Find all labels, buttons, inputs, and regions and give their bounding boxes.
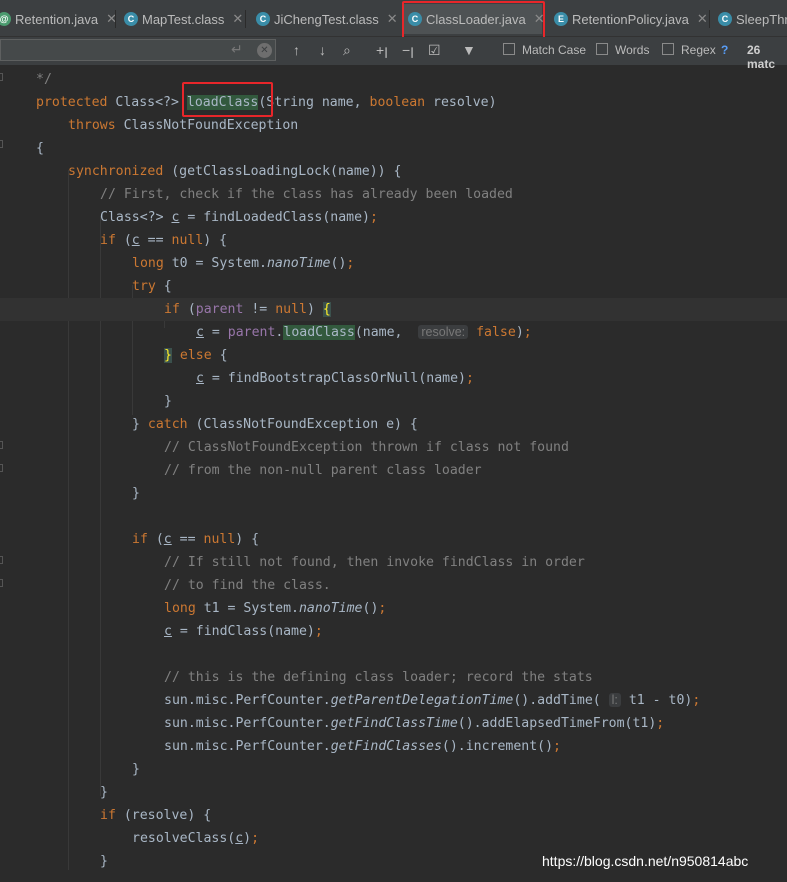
code-line: // to find the class. bbox=[164, 574, 331, 597]
code-line: protected Class<?> loadClass(String name… bbox=[36, 95, 497, 110]
tab-retentionpolicy-java[interactable]: E RetentionPolicy.java ✕ bbox=[554, 4, 710, 34]
fold-marker[interactable] bbox=[0, 464, 3, 472]
fold-marker[interactable] bbox=[0, 140, 3, 148]
code-line: long t1 = System.nanoTime(); bbox=[164, 601, 387, 616]
code-line: throws ClassNotFoundException bbox=[68, 118, 299, 133]
enter-icon[interactable]: ↵ bbox=[231, 41, 243, 58]
match-case-label[interactable]: Match Case bbox=[522, 43, 586, 57]
fold-marker[interactable] bbox=[0, 579, 3, 587]
code-line-current: if (parent != null) { bbox=[0, 298, 787, 321]
words-label[interactable]: Words bbox=[615, 43, 649, 57]
code-text: // First, check if the class has already… bbox=[100, 187, 513, 202]
java-annotation-icon: @ bbox=[0, 12, 11, 26]
remove-selection-icon[interactable]: −ꞁ bbox=[402, 42, 414, 59]
code-line: } bbox=[164, 394, 172, 409]
code-line: } bbox=[100, 854, 108, 869]
tab-maptest-class[interactable]: C MapTest.class ✕ bbox=[124, 4, 246, 34]
java-enum-icon: E bbox=[554, 12, 568, 26]
code-text: // ClassNotFoundException thrown if clas… bbox=[164, 440, 569, 455]
close-icon[interactable]: ✕ bbox=[387, 11, 398, 27]
arrow-up-icon[interactable]: ↑ bbox=[293, 42, 300, 58]
code-line: sun.misc.PerfCounter.getFindClasses().in… bbox=[164, 739, 561, 754]
code-line: } bbox=[100, 785, 108, 800]
tab-label: JiChengTest.class bbox=[274, 11, 379, 27]
tab-divider bbox=[709, 10, 710, 28]
code-line: } else { bbox=[164, 348, 228, 363]
code-line: // If still not found, then invoke findC… bbox=[164, 551, 585, 574]
tab-label: RetentionPolicy.java bbox=[572, 11, 689, 27]
code-line: if (c == null) { bbox=[132, 532, 260, 547]
code-line: } bbox=[132, 486, 140, 501]
tab-label: MapTest.class bbox=[142, 11, 225, 27]
tab-divider bbox=[245, 10, 246, 28]
code-line: // ClassNotFoundException thrown if clas… bbox=[164, 436, 569, 459]
code-line: } catch (ClassNotFoundException e) { bbox=[132, 417, 418, 432]
fold-marker[interactable] bbox=[0, 556, 3, 564]
tab-divider bbox=[115, 10, 116, 28]
class-file-icon: C bbox=[124, 12, 138, 26]
code-editor[interactable]: */ protected Class<?> loadClass(String n… bbox=[0, 65, 787, 882]
code-line: c = findBootstrapClassOrNull(name); bbox=[196, 371, 474, 386]
code-line: } bbox=[132, 762, 140, 777]
code-line: long t0 = System.nanoTime(); bbox=[132, 256, 355, 271]
fold-marker[interactable] bbox=[0, 441, 3, 449]
tab-sleepthread[interactable]: C SleepThr bbox=[718, 4, 787, 34]
code-line: if (c == null) { bbox=[100, 233, 228, 248]
arrow-down-icon[interactable]: ↓ bbox=[319, 42, 326, 58]
tab-jichengtest-class[interactable]: C JiChengTest.class ✕ bbox=[256, 4, 398, 34]
code-line: { bbox=[36, 141, 44, 156]
code-line: try { bbox=[132, 279, 172, 294]
watermark: https://blog.csdn.net/n950814abc bbox=[542, 853, 749, 869]
fold-marker[interactable] bbox=[0, 73, 3, 81]
close-icon[interactable]: ✕ bbox=[534, 11, 545, 27]
tab-label: SleepThr bbox=[736, 11, 787, 27]
search-input[interactable] bbox=[1, 40, 205, 60]
code-line: sun.misc.PerfCounter.getFindClassTime().… bbox=[164, 716, 665, 731]
add-selection-icon[interactable]: +ꞁ bbox=[376, 42, 388, 59]
tab-retention-java[interactable]: @ Retention.java ✕ bbox=[0, 4, 117, 34]
tab-label: Retention.java bbox=[15, 11, 99, 27]
class-file-icon: C bbox=[718, 12, 732, 26]
editor-tab-bar: @ Retention.java ✕ C MapTest.class ✕ C J… bbox=[0, 0, 787, 39]
code-text: // If still not found, then invoke findC… bbox=[164, 555, 585, 570]
code-line: // this is the defining class loader; re… bbox=[164, 666, 593, 689]
regex-help-icon[interactable]: ? bbox=[721, 43, 728, 57]
regex-label[interactable]: Regex bbox=[681, 43, 716, 57]
code-line: c = parent.loadClass(name, resolve: fals… bbox=[196, 325, 532, 340]
close-icon[interactable]: ✕ bbox=[697, 11, 708, 27]
code-line: if (resolve) { bbox=[100, 808, 212, 823]
code-line: Class<?> c = findLoadedClass(name); bbox=[100, 210, 378, 225]
regex-checkbox[interactable] bbox=[662, 43, 674, 55]
match-case-checkbox[interactable] bbox=[503, 43, 515, 55]
code-line: // from the non-null parent class loader bbox=[164, 459, 482, 482]
code-line: c = findClass(name); bbox=[164, 624, 323, 639]
code-line: sun.misc.PerfCounter.getParentDelegation… bbox=[164, 693, 701, 708]
filter-icon[interactable]: ▼ bbox=[462, 42, 476, 58]
select-all-icon[interactable]: ☑ bbox=[428, 42, 441, 59]
clear-icon[interactable]: ✕ bbox=[257, 43, 272, 58]
code-text: // to find the class. bbox=[164, 578, 331, 593]
code-text: // from the non-null parent class loader bbox=[164, 463, 482, 478]
search-field[interactable]: ↵ ✕ bbox=[0, 39, 276, 61]
close-icon[interactable]: ✕ bbox=[232, 11, 243, 27]
code-text: */ bbox=[36, 72, 52, 87]
code-line: */ bbox=[36, 68, 52, 91]
find-toolbar: ↵ ✕ ↑ ↓ ⌕ +ꞁ −ꞁ ☑ ▼ Match Case Words Reg… bbox=[0, 37, 787, 71]
find-all-icon[interactable]: ⌕ bbox=[343, 42, 351, 59]
code-line: resolveClass(c); bbox=[132, 831, 260, 846]
code-text: // this is the defining class loader; re… bbox=[164, 670, 593, 685]
words-checkbox[interactable] bbox=[596, 43, 608, 55]
code-line: // First, check if the class has already… bbox=[100, 183, 513, 206]
tab-label: ClassLoader.java bbox=[426, 11, 526, 27]
code-line: synchronized (getClassLoadingLock(name))… bbox=[68, 164, 402, 179]
indent-guide bbox=[68, 170, 69, 870]
class-file-icon: C bbox=[256, 12, 270, 26]
java-class-icon: C bbox=[408, 12, 422, 26]
tab-classloader-java[interactable]: C ClassLoader.java ✕ bbox=[404, 4, 545, 34]
